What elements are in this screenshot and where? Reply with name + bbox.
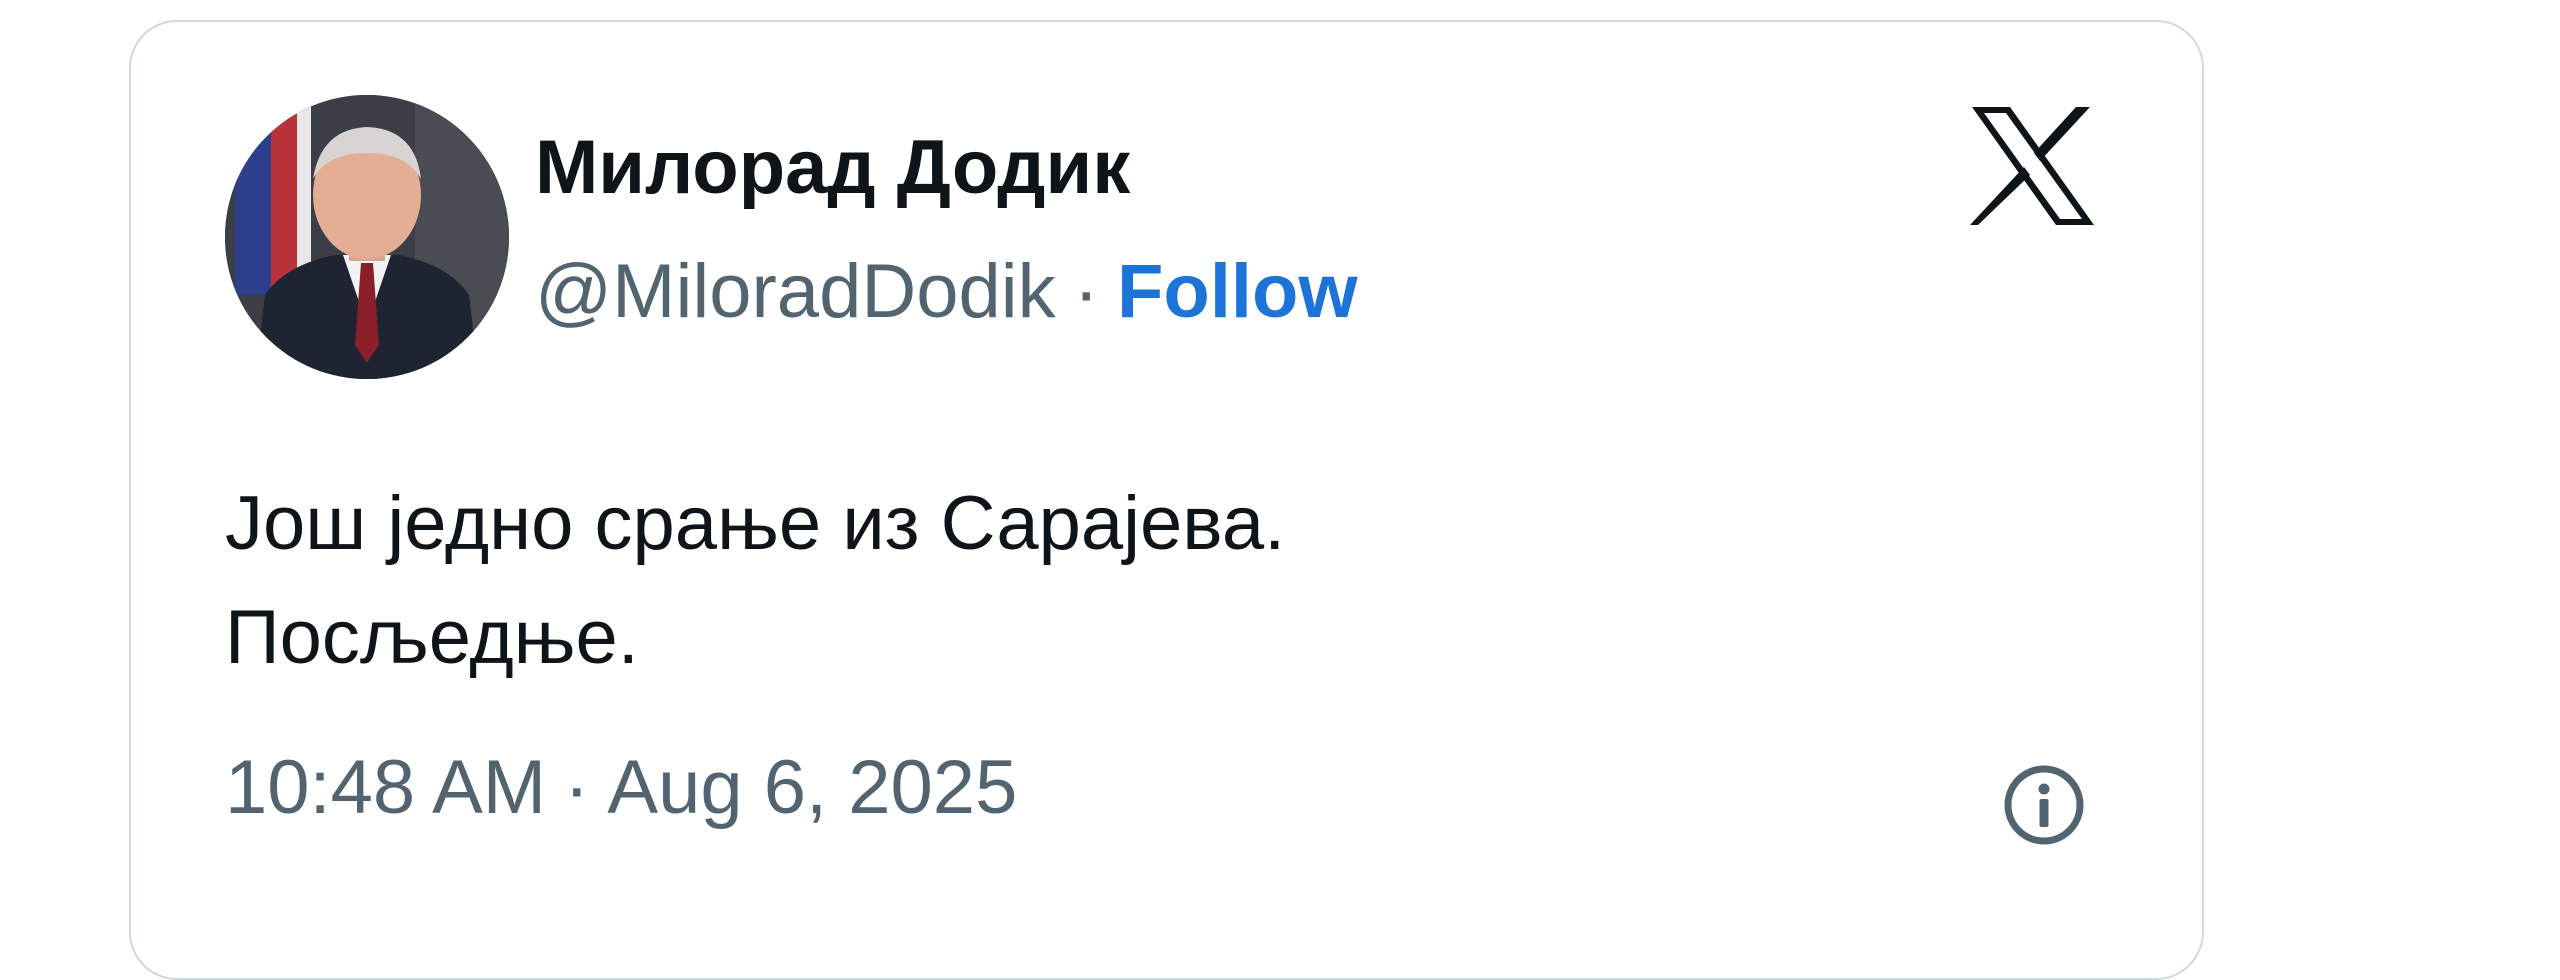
avatar[interactable]: [225, 95, 509, 379]
tweet-card[interactable]: Милорад Додик @MiloradDodik · Follow Још ј…: [129, 20, 2204, 980]
handle-row: @MiloradDodik · Follow: [535, 254, 1358, 330]
info-icon[interactable]: [2002, 763, 2086, 847]
timestamp[interactable]: 10:48 AM · Aug 6, 2025: [225, 750, 1017, 826]
tweet-time: 10:48 AM: [225, 745, 547, 830]
author-name[interactable]: Милорад Додик: [535, 130, 1130, 206]
avatar-portrait: [225, 95, 509, 379]
tweet-date: Aug 6, 2025: [607, 745, 1018, 830]
x-logo-icon[interactable]: [1968, 105, 2098, 227]
tweet-text: Још једно срање из Сарајева. Посљедње.: [225, 467, 1285, 695]
follow-button[interactable]: Follow: [1117, 249, 1358, 334]
separator: ·: [1073, 249, 1099, 334]
separator: ·: [564, 745, 590, 830]
tweet-text-line: Посљедње.: [225, 595, 639, 680]
author-handle[interactable]: @MiloradDodik: [535, 249, 1056, 334]
tweet-text-line: Још једно срање из Сарајева.: [225, 481, 1286, 566]
